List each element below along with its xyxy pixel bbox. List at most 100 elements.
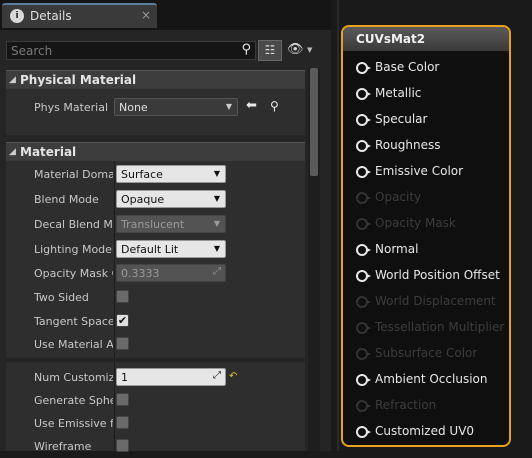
scrollbar-thumb[interactable] [310, 68, 318, 176]
pin-label: World Position Offset [375, 268, 500, 282]
pin-connector-icon[interactable] [356, 62, 371, 74]
input-pin[interactable]: World Position Offset [343, 263, 509, 289]
blend-mode-combo[interactable]: Opaque ▼ [116, 190, 226, 208]
field-value: 1 [121, 371, 128, 384]
browse-search-icon[interactable]: ⚲ [270, 99, 279, 113]
category-title: Physical Material [20, 73, 137, 87]
property-row-material-domain: Material Domain Surface ▼ [6, 163, 305, 186]
combo-value: None [119, 101, 148, 114]
pin-connector-icon[interactable] [356, 88, 371, 100]
opacity-mask-clip-field: 0.3333 ⤢ [116, 264, 226, 282]
input-pin[interactable]: Specular [343, 107, 509, 133]
drag-arrows-icon: ⤢ [213, 370, 221, 381]
pin-label: World Displacement [375, 294, 496, 308]
input-pin: Refraction [343, 393, 509, 419]
pin-label: Customized UV0 [375, 424, 475, 438]
drag-arrows-icon: ⤢ [213, 266, 221, 277]
property-label: Lighting Model [34, 243, 113, 256]
generate-spherical-normals-checkbox[interactable] [116, 393, 129, 406]
phys-material-combo[interactable]: None ▼ [114, 98, 238, 116]
pin-connector-icon[interactable] [356, 426, 371, 438]
input-pin[interactable]: Metallic [343, 81, 509, 107]
pin-label: Refraction [375, 398, 437, 412]
property-row-blend-mode: Blend Mode Opaque ▼ [6, 188, 305, 211]
collapse-arrow-icon[interactable]: ◢ [9, 75, 16, 85]
property-matrix-button[interactable]: ☷ [258, 40, 282, 61]
input-pin: Tessellation Multiplier [343, 315, 509, 341]
chevron-down-icon[interactable]: ▼ [307, 46, 312, 54]
search-icon[interactable]: ⚲ [241, 42, 251, 57]
property-label: Num Customized UVs [34, 371, 113, 384]
input-pin[interactable]: Base Color [343, 55, 509, 81]
node-header[interactable]: CUVsMat2 [343, 27, 509, 51]
collapse-arrow-icon[interactable]: ◢ [9, 147, 16, 157]
wireframe-checkbox[interactable] [116, 439, 129, 452]
property-row-tangent-space-normal: Tangent Space Normal ✔ [6, 310, 305, 333]
two-sided-checkbox[interactable] [116, 290, 129, 303]
use-emissive-static-checkbox[interactable] [116, 416, 129, 429]
eye-icon[interactable]: 👁︎ [287, 42, 304, 57]
material-domain-combo[interactable]: Surface ▼ [116, 165, 226, 183]
property-row-wireframe: Wireframe [6, 435, 305, 458]
reset-to-default-icon[interactable]: ↶ [229, 371, 237, 382]
chevron-down-icon: ▼ [213, 219, 220, 228]
property-row-num-customized-uvs: Num Customized UVs 1 ⤢ ↶ [6, 366, 305, 389]
input-pin[interactable]: Roughness [343, 133, 509, 159]
category-body-physical-material: Phys Material None ▼ ⬅ ⚲ [6, 89, 305, 135]
property-label: Use Emissive for Static Lighting [34, 417, 113, 430]
use-material-attributes-checkbox[interactable] [116, 337, 129, 350]
panel-splitter[interactable] [337, 0, 339, 451]
pin-connector-icon [356, 192, 371, 204]
pin-label: Roughness [375, 138, 441, 152]
lighting-model-combo[interactable]: Default Lit ▼ [116, 240, 226, 258]
chevron-down-icon: ▼ [213, 169, 220, 178]
input-pin: Subsurface Color [343, 341, 509, 367]
pin-label: Subsurface Color [375, 346, 478, 360]
pin-connector-icon[interactable] [356, 244, 371, 256]
property-label: Blend Mode [34, 193, 99, 206]
combo-value: Translucent [121, 218, 185, 231]
input-pin: Opacity Mask [343, 211, 509, 237]
pin-label: Opacity Mask [375, 216, 456, 230]
category-physical-material[interactable]: ◢ Physical Material [6, 70, 305, 89]
search-input[interactable]: Search ⚲ [6, 41, 256, 60]
property-label: Material Domain [34, 168, 113, 181]
input-pin[interactable]: Customized UV0 [343, 419, 509, 445]
num-customized-uvs-field[interactable]: 1 ⤢ [116, 368, 226, 386]
category-title: Material [20, 145, 77, 159]
input-pin[interactable]: Normal [343, 237, 509, 263]
pin-connector-icon[interactable] [356, 140, 371, 152]
tab-details[interactable]: i Details × [2, 3, 157, 28]
input-pin[interactable]: Ambient Occlusion [343, 367, 509, 393]
category-material[interactable]: ◢ Material [6, 142, 305, 161]
tab-bar: i Details × [0, 0, 331, 30]
property-row-phys-material: Phys Material None ▼ ⬅ ⚲ [6, 96, 305, 119]
pin-label: Emissive Color [375, 164, 464, 178]
section-separator [6, 358, 305, 362]
close-icon[interactable]: × [141, 8, 151, 22]
input-pin[interactable]: Emissive Color [343, 159, 509, 185]
tangent-space-normal-checkbox[interactable]: ✔ [116, 314, 129, 327]
material-result-node[interactable]: CUVsMat2 Base Color Metallic Specular Rough… [341, 25, 511, 447]
property-label: Decal Blend Mode [34, 218, 113, 231]
info-icon: i [10, 9, 24, 23]
tab-label: Details [30, 9, 72, 23]
property-row-lighting-model: Lighting Model Default Lit ▼ [6, 238, 305, 261]
pin-connector-icon[interactable] [356, 166, 371, 178]
pin-connector-icon[interactable] [356, 374, 371, 386]
property-row-decal-blend-mode: Decal Blend Mode Translucent ▼ [6, 213, 305, 236]
pin-label: Metallic [375, 86, 422, 100]
pin-connector-icon [356, 400, 371, 412]
pin-connector-icon[interactable] [356, 270, 371, 282]
combo-value: Surface [121, 168, 163, 181]
pin-connector-icon[interactable] [356, 114, 371, 126]
property-label: Tangent Space Normal [34, 315, 113, 328]
use-selected-arrow-icon[interactable]: ⬅ [246, 98, 257, 113]
property-label: Opacity Mask Clip Value [34, 267, 113, 280]
chevron-down-icon: ▼ [213, 244, 220, 253]
property-row-use-material-attributes: Use Material Attributes [6, 333, 305, 356]
decal-blend-mode-combo: Translucent ▼ [116, 215, 226, 233]
scrollbar[interactable] [308, 68, 320, 451]
pin-label: Normal [375, 242, 419, 256]
pin-connector-icon [356, 218, 371, 230]
